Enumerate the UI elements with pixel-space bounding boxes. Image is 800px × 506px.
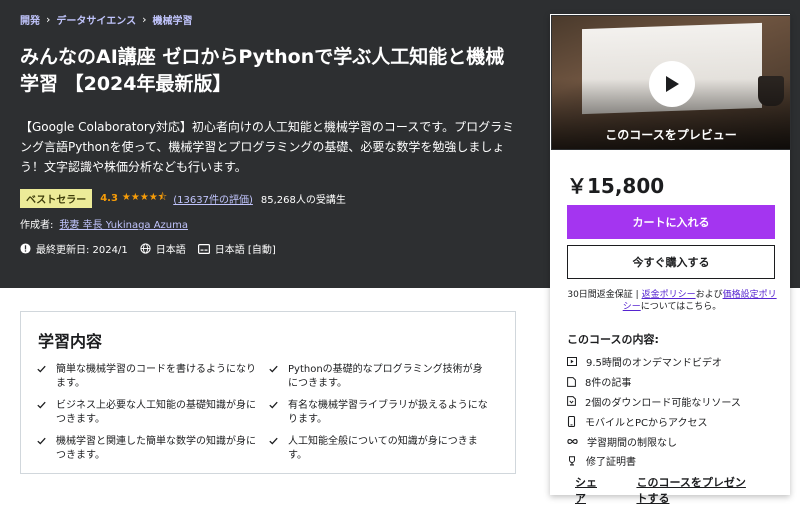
includes-label: 9.5時間のオンデマンドビデオ [586, 358, 722, 370]
includes-item: 2個のダウンロード可能なリソース [567, 392, 741, 412]
captions-text: 日本語 [自動] [214, 245, 276, 256]
mobile-icon [567, 415, 576, 427]
check-icon [37, 437, 46, 445]
includes-label: 学習期間の制限なし [587, 437, 677, 449]
guarantee-and: および [695, 290, 723, 300]
learn-item-text: ビジネス上必要な人工知能の基礎知識が身につきます。 [56, 400, 256, 425]
check-icon [269, 437, 278, 445]
course-meta: 最終更新日: 2024/1 日本語 日本語 [自動] [20, 241, 288, 256]
sidebar-footer-links: シェア このコースをプレゼントする [575, 474, 789, 506]
learn-item: 有名な機械学習ライブラリが扱えるようになります。 [269, 399, 501, 427]
guarantee-suffix: についてはこちら。 [640, 302, 722, 312]
last-updated: 最終更新日: 2024/1 [20, 241, 128, 256]
breadcrumb-machine-learning[interactable]: 機械学習 [153, 12, 193, 27]
video-icon [567, 357, 577, 367]
bestseller-badge: ベストセラー [20, 189, 93, 208]
check-icon [269, 365, 278, 373]
author-label: 作成者: [20, 220, 54, 231]
breadcrumb-development[interactable]: 開発 [20, 12, 40, 27]
play-button[interactable] [649, 61, 695, 107]
course-preview[interactable]: このコースをプレビュー [551, 15, 791, 150]
rating-value: 4.3 [100, 193, 118, 204]
learn-item: ビジネス上必要な人工知能の基礎知識が身につきます。 [37, 399, 269, 427]
includes-label: モバイルとPCからアクセス [585, 417, 708, 429]
globe-icon [140, 243, 151, 254]
last-updated-text: 最終更新日: 2024/1 [36, 245, 128, 256]
download-icon [567, 396, 576, 407]
learn-item-text: 人工知能全般についての知識が身につきます。 [288, 436, 478, 461]
captions: 日本語 [自動] [197, 241, 276, 256]
author-link[interactable]: 我妻 幸長 Yukinaga Azuma [59, 220, 188, 231]
learn-item: 機械学習と関連した簡単な数学の知識が身につきます。 [37, 435, 269, 463]
add-to-cart-button[interactable]: カートに入れる [567, 205, 775, 239]
buy-now-button[interactable]: 今すぐ購入する [567, 245, 775, 279]
purchase-sidebar: このコースをプレビュー ￥15,800 カートに入れる 今すぐ購入する 30日間… [550, 14, 791, 505]
includes-item: 学習期間の制限なし [567, 431, 741, 451]
preview-label[interactable]: このコースをプレビュー [552, 126, 790, 143]
learn-item: 簡単な機械学習のコードを書けるようになります。 [37, 363, 269, 391]
language: 日本語 [140, 241, 186, 256]
file-icon [567, 376, 576, 387]
learn-item-text: 機械学習と関連した簡単な数学の知識が身につきます。 [56, 436, 256, 461]
learn-list: 簡単な機械学習のコードを書けるようになります。 Pythonの基礎的なプログラミ… [37, 363, 501, 463]
includes-title: このコースの内容: [567, 333, 659, 346]
includes-label: 8件の記事 [585, 378, 632, 390]
guarantee-text: 30日間返金保証 [567, 290, 633, 300]
includes-item: モバイルとPCからアクセス [567, 411, 741, 431]
infinity-icon [567, 438, 578, 444]
rating-row: ベストセラー 4.3 ★★★★⯪ (13637件の評価) 85,268人の受講生 [20, 189, 346, 208]
course-title: みんなのAI講座 ゼロからPythonで学ぶ人工知能と機械学習 【2024年最新… [20, 46, 505, 95]
what-you-will-learn: 学習内容 簡単な機械学習のコードを書けるようになります。 Pythonの基礎的な… [20, 311, 516, 474]
includes-label: 修了証明書 [586, 457, 636, 469]
language-text: 日本語 [155, 245, 186, 256]
includes-item: 9.5時間のオンデマンドビデオ [567, 352, 741, 372]
learn-item-text: 簡単な機械学習のコードを書けるようになります。 [56, 364, 256, 389]
reviews-link[interactable]: (13637件の評価) [173, 191, 253, 206]
includes-item: 8件の記事 [567, 372, 741, 392]
star-rating-icon: ★★★★⯪ [121, 192, 168, 203]
author-row: 作成者: 我妻 幸長 Yukinaga Azuma [20, 216, 188, 231]
learn-item-text: 有名な機械学習ライブラリが扱えるようになります。 [288, 400, 488, 425]
learn-title: 学習内容 [38, 332, 103, 351]
breadcrumb: 開発 › データサイエンス › 機械学習 [20, 12, 193, 27]
student-count: 85,268人の受講生 [260, 195, 346, 206]
learn-item: Pythonの基礎的なプログラミング技術が身につきます。 [269, 363, 501, 391]
course-description: 【Google Colaboratory対応】初心者向けの人工知能と機械学習のコ… [20, 120, 515, 174]
alert-badge-icon [20, 243, 31, 254]
trophy-icon [569, 456, 575, 466]
price: ￥15,800 [567, 174, 665, 198]
closed-captions-icon [197, 243, 210, 254]
money-back-guarantee: 30日間返金保証 | 返金ポリシーおよび価格設定ポリシーについてはこちら。 [567, 290, 777, 312]
learn-item-text: Pythonの基礎的なプログラミング技術が身につきます。 [288, 364, 483, 389]
includes-list: 9.5時間のオンデマンドビデオ 8件の記事 2個のダウンロード可能なリソース モ… [567, 352, 741, 471]
chevron-right-icon: › [142, 13, 147, 26]
check-icon [37, 365, 46, 373]
share-button[interactable]: シェア [575, 474, 602, 506]
play-icon [666, 76, 679, 92]
check-icon [269, 401, 278, 409]
includes-label: 2個のダウンロード可能なリソース [585, 397, 741, 409]
refund-policy-link[interactable]: 返金ポリシー [642, 290, 696, 300]
breadcrumb-data-science[interactable]: データサイエンス [56, 12, 136, 27]
gift-course-button[interactable]: このコースをプレゼントする [636, 474, 755, 506]
learn-item: 人工知能全般についての知識が身につきます。 [269, 435, 501, 463]
chevron-right-icon: › [46, 13, 51, 26]
check-icon [37, 401, 46, 409]
includes-item: 修了証明書 [567, 451, 741, 471]
